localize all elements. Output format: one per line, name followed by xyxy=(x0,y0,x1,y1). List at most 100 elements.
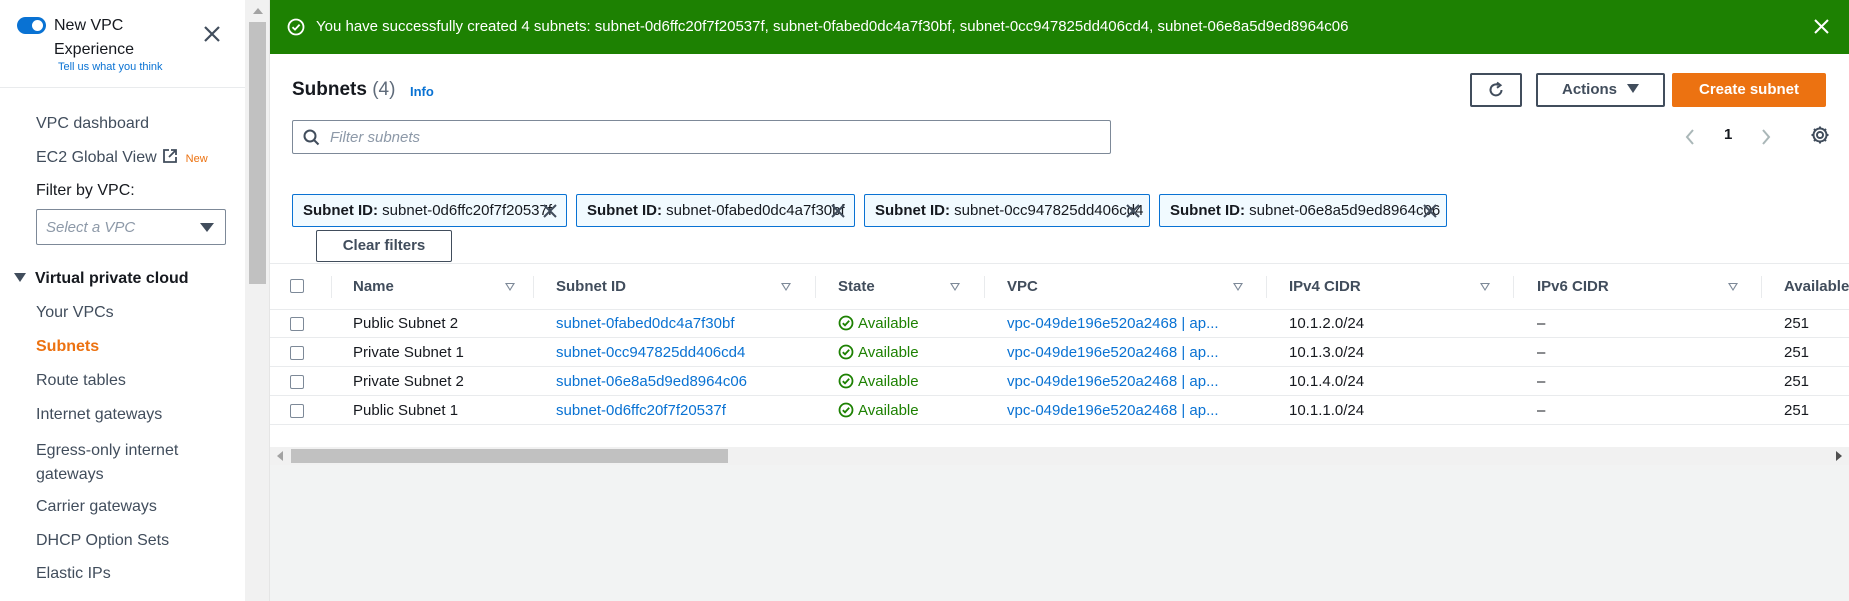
cell-subnet-id-link[interactable]: subnet-0fabed0dc4a7f30bf xyxy=(556,315,734,332)
cell-vpc-link[interactable]: vpc-049de196e520a2468 | ap... xyxy=(1007,315,1219,332)
state-label: Available xyxy=(858,344,919,361)
search-input[interactable] xyxy=(330,127,1090,147)
cell-vpc-link[interactable]: vpc-049de196e520a2468 | ap... xyxy=(1007,402,1219,419)
close-icon[interactable] xyxy=(1126,204,1140,218)
column-header-subnet-id[interactable]: Subnet ID xyxy=(556,278,626,295)
nav-internet-gateways[interactable]: Internet gateways xyxy=(36,406,162,424)
sort-icon[interactable] xyxy=(950,283,960,291)
status-ok-icon xyxy=(838,315,854,331)
actions-button[interactable]: Actions xyxy=(1536,73,1665,107)
column-header-available[interactable]: Available xyxy=(1784,278,1849,295)
settings-icon[interactable] xyxy=(1810,125,1830,145)
cell-ipv4: 10.1.3.0/24 xyxy=(1289,344,1365,361)
page-number[interactable]: 1 xyxy=(1724,126,1732,143)
nav-label: EC2 Global View xyxy=(36,149,157,166)
status-ok-icon xyxy=(838,344,854,360)
sort-icon[interactable] xyxy=(1480,283,1490,291)
sort-icon[interactable] xyxy=(1233,283,1243,291)
close-icon[interactable] xyxy=(202,24,222,44)
column-header-name[interactable]: Name xyxy=(353,278,394,295)
row-checkbox[interactable] xyxy=(290,375,304,389)
cell-vpc-link[interactable]: vpc-049de196e520a2468 | ap... xyxy=(1007,373,1219,390)
scroll-right-icon[interactable] xyxy=(1836,451,1842,461)
create-subnet-button[interactable]: Create subnet xyxy=(1672,73,1826,107)
filter-token: Subnet ID: subnet-06e8a5d9ed8964c06 xyxy=(1159,194,1447,227)
previous-page-icon[interactable] xyxy=(1684,129,1696,145)
column-header-ipv4-cidr[interactable]: IPv4 CIDR xyxy=(1289,278,1361,295)
nav-ec2-global-view[interactable]: EC2 Global View New xyxy=(36,148,208,167)
caret-down-icon xyxy=(1627,84,1639,93)
close-icon[interactable] xyxy=(543,204,557,218)
search-icon xyxy=(303,129,320,146)
cell-state: Available xyxy=(838,344,919,361)
feedback-link[interactable]: Tell us what you think xyxy=(58,61,163,73)
scrollbar-thumb[interactable] xyxy=(249,22,266,284)
new-badge: New xyxy=(185,153,208,165)
nav-your-vpcs[interactable]: Your VPCs xyxy=(36,304,114,322)
cell-available: 251 xyxy=(1784,402,1810,419)
token-value: subnet-0cc947825dd406cd4 xyxy=(954,202,1144,219)
actions-label: Actions xyxy=(1561,81,1617,98)
cell-ipv6: – xyxy=(1537,373,1546,390)
scroll-left-icon[interactable] xyxy=(277,451,283,461)
column-separator xyxy=(815,276,816,298)
column-separator xyxy=(1266,276,1267,298)
cell-ipv6: – xyxy=(1537,344,1546,361)
table-row[interactable]: Public Subnet 1 subnet-0d6ffc20f7f20537f… xyxy=(270,397,1849,425)
filter-search-box[interactable] xyxy=(292,120,1111,154)
cell-ipv4: 10.1.1.0/24 xyxy=(1289,402,1365,419)
vpc-select[interactable]: Select a VPC xyxy=(36,209,226,245)
cell-available: 251 xyxy=(1784,344,1810,361)
column-header-ipv6-cidr[interactable]: IPv6 CIDR xyxy=(1537,278,1609,295)
table-horizontal-scrollbar[interactable] xyxy=(270,447,1849,465)
row-checkbox[interactable] xyxy=(290,346,304,360)
refresh-button[interactable] xyxy=(1470,73,1522,107)
section-virtual-private-cloud[interactable]: Virtual private cloud xyxy=(14,270,189,288)
cell-available: 251 xyxy=(1784,373,1810,390)
sidebar-scrollbar[interactable] xyxy=(245,0,270,601)
column-header-state[interactable]: State xyxy=(838,278,875,295)
nav-label: VPC dashboard xyxy=(36,115,149,132)
nav-dhcp-option-sets[interactable]: DHCP Option Sets xyxy=(36,532,169,550)
column-separator xyxy=(1761,276,1762,298)
row-checkbox[interactable] xyxy=(290,404,304,418)
table-row[interactable]: Public Subnet 2 subnet-0fabed0dc4a7f30bf… xyxy=(270,310,1849,338)
cell-subnet-id-link[interactable]: subnet-0cc947825dd406cd4 xyxy=(556,344,745,361)
sort-icon[interactable] xyxy=(781,283,791,291)
close-icon[interactable] xyxy=(1423,204,1437,218)
success-icon xyxy=(287,18,305,36)
cell-ipv6: – xyxy=(1537,315,1546,332)
next-page-icon[interactable] xyxy=(1760,129,1772,145)
sort-icon[interactable] xyxy=(505,283,515,291)
cell-subnet-id-link[interactable]: subnet-06e8a5d9ed8964c06 xyxy=(556,373,747,390)
info-link[interactable]: Info xyxy=(410,84,434,99)
toggle-icon[interactable] xyxy=(17,17,46,34)
nav-carrier-gateways[interactable]: Carrier gateways xyxy=(36,498,157,516)
scroll-up-icon[interactable] xyxy=(253,8,263,14)
table-row[interactable]: Private Subnet 1 subnet-0cc947825dd406cd… xyxy=(270,339,1849,367)
cell-vpc-link[interactable]: vpc-049de196e520a2468 | ap... xyxy=(1007,344,1219,361)
nav-elastic-ips[interactable]: Elastic IPs xyxy=(36,565,111,583)
cell-subnet-id-link[interactable]: subnet-0d6ffc20f7f20537f xyxy=(556,402,726,419)
nav-egress-only-internet-gateways[interactable]: Egress-only internet gateways xyxy=(36,439,206,487)
row-checkbox[interactable] xyxy=(290,317,304,331)
close-icon[interactable] xyxy=(1813,18,1830,35)
table-row[interactable]: Private Subnet 2 subnet-06e8a5d9ed8964c0… xyxy=(270,368,1849,396)
token-key: Subnet ID: xyxy=(1170,202,1245,219)
cell-ipv4: 10.1.2.0/24 xyxy=(1289,315,1365,332)
token-key: Subnet ID: xyxy=(303,202,378,219)
nav-vpc-dashboard[interactable]: VPC dashboard xyxy=(36,115,149,133)
cell-state: Available xyxy=(838,402,919,419)
caret-down-icon xyxy=(200,223,214,232)
column-header-vpc[interactable]: VPC xyxy=(1007,278,1038,295)
filter-by-vpc-label: Filter by VPC: xyxy=(36,182,135,199)
close-icon[interactable] xyxy=(831,204,845,218)
nav-subnets[interactable]: Subnets xyxy=(36,338,99,356)
title-text: Subnets xyxy=(292,79,367,100)
select-all-checkbox[interactable] xyxy=(290,279,304,293)
scrollbar-thumb[interactable] xyxy=(291,449,728,463)
nav-route-tables[interactable]: Route tables xyxy=(36,372,126,390)
column-separator xyxy=(984,276,985,298)
clear-filters-button[interactable]: Clear filters xyxy=(316,230,452,262)
sort-icon[interactable] xyxy=(1728,283,1738,291)
